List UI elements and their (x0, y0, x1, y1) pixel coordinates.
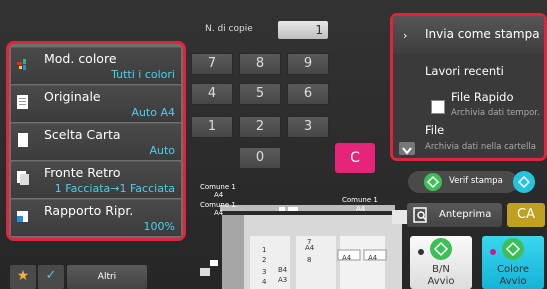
print-check-icon (424, 173, 442, 195)
drawer-number: 3 (262, 268, 267, 276)
drawer-number: 2 (262, 256, 267, 264)
bw-dot-icon (418, 249, 424, 255)
drawer-number: 1 (262, 246, 267, 254)
others-button[interactable]: Altri (67, 265, 147, 289)
bw-label-line2: Avvio (427, 276, 455, 287)
color-start-icon (502, 238, 524, 264)
bw-label-line1: B/N (432, 264, 450, 275)
drawer-size: A3 (278, 276, 288, 284)
drawer-size: A4 (342, 254, 352, 262)
preview-icon (413, 207, 429, 227)
drawer-number: 4 (262, 278, 267, 286)
clear-all-button[interactable]: CA (507, 203, 545, 227)
bw-start-label: B/N Avvio (410, 264, 472, 288)
tray-size: A4 (356, 205, 366, 213)
color-label-line1: Colore (496, 264, 530, 275)
tray-label: Comune 1 (200, 201, 236, 209)
check-icon[interactable]: ✓ (38, 265, 64, 289)
drawer-size: B4 (278, 266, 288, 274)
bw-start-icon (430, 238, 452, 264)
favorite-star-icon[interactable]: ★ (10, 265, 36, 289)
copy-screen: Mod. colore Tutti i colori Originale Aut… (0, 0, 547, 289)
color-dot-icon (490, 249, 496, 255)
preview-label: Anteprima (439, 209, 492, 220)
tray-size: A4 (214, 209, 224, 217)
tray-label: Comune 1 (200, 183, 236, 191)
color-label-line2: Avvio (499, 276, 527, 287)
tray-label: Comune 1 (342, 196, 378, 204)
tray-size: A4 (214, 191, 224, 199)
drawer-size: A4 (368, 254, 378, 262)
color-check-icon[interactable] (513, 171, 535, 197)
drawer-number: 7 (307, 238, 312, 246)
print-check-label: Verif stampa (449, 176, 503, 186)
drawer-number: 8 (307, 256, 312, 264)
color-start-label: Colore Avvio (482, 264, 544, 288)
